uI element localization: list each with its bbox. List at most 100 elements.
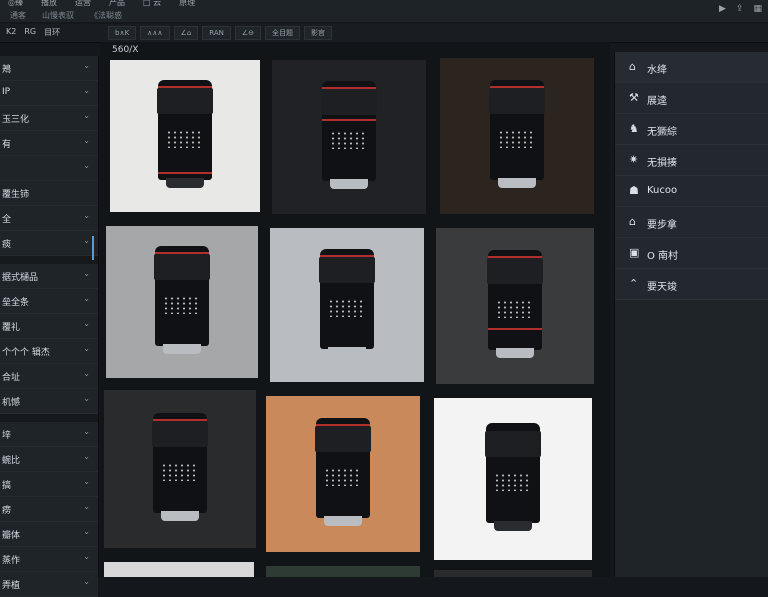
box-icon: ▣ (629, 246, 640, 259)
sidebar-item[interactable]: 瓣体 ⌄ (0, 522, 98, 547)
lens-image (318, 79, 380, 195)
sidebar-item[interactable]: 弄植 ⌄ (0, 572, 98, 597)
sub-nav-item[interactable]: 山慢表驭 (42, 10, 74, 21)
top-bar: ◎臻 播放 运营 产品 □ 云 原理 通客 山慢表驭 《法聪惑 ▶ ⇪ ▦ (0, 0, 768, 22)
menu-item[interactable]: □ 云 (143, 0, 161, 7)
sidebar-item[interactable]: 搞 ⌄ (0, 472, 98, 497)
sidebar-item-label: 覆礼 (2, 323, 21, 333)
folder-path: 560/X (112, 45, 139, 55)
sidebar-item[interactable]: 痰 ⌄ (0, 231, 98, 256)
sidebar-item-label: 蜿比 (2, 456, 21, 466)
thumbnail[interactable] (266, 396, 420, 552)
sidebar-item[interactable]: 玉三化 ⌄ (0, 106, 98, 131)
menu-item[interactable]: 产品 (109, 0, 125, 7)
sidebar-item[interactable]: 蜿比 ⌄ (0, 447, 98, 472)
play-icon[interactable]: ▶ (719, 4, 726, 14)
chevron-down-icon: ⌄ (83, 427, 90, 436)
scroll-indicator[interactable] (92, 236, 94, 260)
sidebar-item[interactable]: IP ⌄ (0, 81, 98, 106)
toolbar-left: K2 RG 目环 (6, 27, 60, 38)
menu-item[interactable]: 运营 (75, 0, 91, 7)
toolbar-label[interactable]: RG (24, 27, 36, 38)
top-right-icons: ▶ ⇪ ▦ (719, 4, 762, 14)
grid-icon[interactable]: ▦ (753, 4, 762, 14)
sidebar-item[interactable]: 据式樋品 ⌄ (0, 264, 98, 289)
image-grid: 560/X (100, 42, 610, 577)
chevron-down-icon: ⌄ (83, 394, 90, 403)
toolbar: K2 RG 目环 b∧K ∧∧∧ ∠⌂ RAN ∠⊖ 全目题 影官 (0, 24, 768, 43)
up-icon: ⌃ (629, 277, 639, 290)
thumbnail[interactable] (434, 398, 592, 560)
lens-image (486, 78, 548, 194)
right-panel: ⌂ 水绛 ⚒ 展逵 ♞ 无獗綜 ✷ 无損揍 ☗ Kucoo ⌂ 要步拿 ▣ O 南村 ⌃ 要天竣 (614, 52, 768, 577)
panel-item[interactable]: ☗ Kucoo (615, 176, 768, 207)
panel-item-label: 要步拿 (647, 220, 677, 231)
figure-icon: ♞ (629, 122, 639, 135)
chevron-down-icon: ⌄ (83, 111, 90, 120)
sidebar-item-label: 覆生铈 (2, 190, 30, 200)
tool-button[interactable]: ∠⌂ (173, 26, 199, 40)
thumbnail[interactable] (272, 60, 426, 214)
sidebar-item-label: 垶 (2, 431, 12, 441)
menu-item[interactable]: 播放 (41, 0, 57, 7)
chevron-down-icon: ⌄ (83, 86, 90, 95)
tool-button[interactable]: RAN (202, 26, 231, 40)
chevron-down-icon: ⌄ (83, 344, 90, 353)
chevron-down-icon: ⌄ (83, 552, 90, 561)
panel-item-label: 要天竣 (647, 282, 677, 293)
sidebar-item[interactable]: 痨 ⌄ (0, 497, 98, 522)
panel-item[interactable]: ♞ 无獗綜 (615, 114, 768, 145)
sidebar-item[interactable]: 机憾 ⌄ (0, 389, 98, 414)
panel-item[interactable]: ✷ 无損揍 (615, 145, 768, 176)
sidebar-item[interactable]: 合址 ⌄ (0, 364, 98, 389)
sidebar-item[interactable]: 个个个 辑杰 ⌄ (0, 339, 98, 364)
panel-item[interactable]: ⌂ 要步拿 (615, 207, 768, 238)
lens-image (151, 244, 213, 360)
thumbnail[interactable] (104, 562, 254, 577)
sidebar-item[interactable]: 全 ⌄ (0, 206, 98, 231)
sidebar-item-label: 垒全条 (2, 298, 30, 308)
sidebar-item[interactable]: 覆礼 ⌄ (0, 314, 98, 339)
thumbnail[interactable] (436, 228, 594, 384)
sidebar-item[interactable]: 鴂 ⌄ (0, 56, 98, 81)
sidebar-item-label: 痨 (2, 506, 12, 516)
thumbnail[interactable] (266, 566, 420, 577)
thumbnail[interactable] (104, 390, 256, 548)
thumbnail[interactable] (110, 60, 260, 212)
sidebar-item-label: 痰 (2, 240, 12, 250)
panel-item[interactable]: ⌂ 水绛 (615, 52, 768, 83)
sidebar-item-label: 弄植 (2, 581, 21, 591)
sidebar-item[interactable]: 有 ⌄ (0, 131, 98, 156)
sidebar-item[interactable]: 垒全条 ⌄ (0, 289, 98, 314)
sub-nav-item[interactable]: 《法聪惑 (90, 10, 122, 21)
tool-button[interactable]: 影官 (304, 26, 333, 40)
thumbnail[interactable] (440, 58, 594, 214)
cloud-icon: ☗ (629, 184, 639, 197)
sidebar-item[interactable]: 覆生铈 (0, 181, 98, 206)
toolbar-label[interactable]: 目环 (44, 27, 60, 38)
menu-item[interactable]: 原理 (179, 0, 195, 7)
thumbnail[interactable] (270, 228, 424, 382)
sub-nav-item[interactable]: 通客 (10, 10, 26, 21)
sidebar-item[interactable]: 垶 ⌄ (0, 422, 98, 447)
menu-item[interactable]: ◎臻 (8, 0, 23, 7)
thumbnail[interactable] (106, 226, 258, 378)
chevron-down-icon: ⌄ (83, 61, 90, 70)
thumbnail[interactable] (434, 570, 592, 577)
panel-item[interactable]: ⌃ 要天竣 (615, 269, 768, 300)
upload-icon[interactable]: ⇪ (736, 4, 744, 14)
chevron-down-icon: ⌄ (83, 527, 90, 536)
tool-button[interactable]: 全目题 (265, 26, 301, 40)
tool-button[interactable]: ∠⊖ (234, 26, 262, 40)
sidebar-item-label: 玉三化 (2, 115, 30, 125)
tool-button[interactable]: ∧∧∧ (140, 26, 170, 40)
chevron-down-icon: ⌄ (83, 452, 90, 461)
sidebar-item[interactable]: 蒸作 ⌄ (0, 547, 98, 572)
toolbar-label[interactable]: K2 (6, 27, 16, 38)
sidebar-item-label: 鴂 (2, 65, 12, 75)
tool-button[interactable]: b∧K (108, 26, 137, 40)
panel-item[interactable]: ⚒ 展逵 (615, 83, 768, 114)
panel-item[interactable]: ▣ O 南村 (615, 238, 768, 269)
sidebar-item[interactable]: ⌄ (0, 156, 98, 181)
chevron-down-icon: ⌄ (83, 577, 90, 586)
